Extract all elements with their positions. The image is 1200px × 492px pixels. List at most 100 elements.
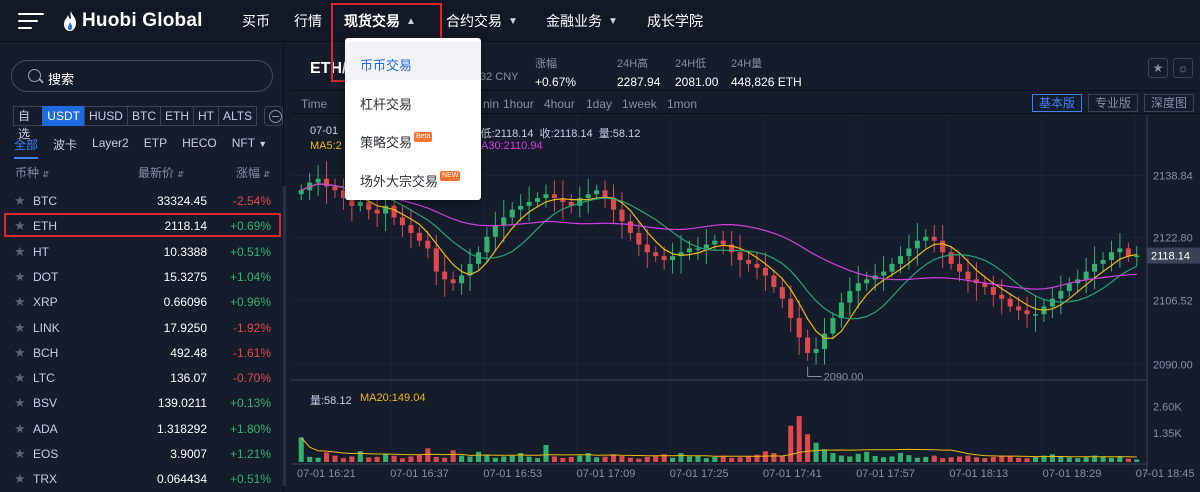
volume-bar — [686, 456, 692, 462]
volume-bar — [670, 457, 676, 462]
candle-body — [746, 260, 752, 264]
star-icon[interactable]: ★ — [14, 269, 26, 285]
header-change[interactable]: 涨幅 ⇵ — [236, 164, 270, 181]
volume-bar — [1108, 457, 1114, 462]
volume-bar — [897, 453, 903, 462]
candle-body — [762, 267, 768, 276]
tf-1mon[interactable]: 1mon — [667, 97, 697, 111]
star-icon[interactable]: ★ — [14, 345, 26, 361]
nav-markets[interactable]: 行情 — [294, 0, 322, 42]
tf-1hour[interactable]: 1hour — [503, 97, 534, 111]
menu-item-exchange[interactable]: 币币交易 — [345, 42, 481, 80]
candle-body — [1092, 263, 1098, 272]
pro-view-button[interactable]: 专业版 — [1088, 94, 1139, 112]
market-price: 139.0211 — [157, 396, 207, 411]
candle-body — [332, 186, 338, 191]
star-icon[interactable]: ★ — [14, 294, 26, 310]
volume-bar — [1083, 456, 1089, 462]
star-icon[interactable]: ★ — [14, 320, 26, 336]
nav-buy-crypto[interactable]: 买币 — [242, 0, 270, 42]
market-row-btc[interactable]: ★ BTC 33324.45 -2.54% — [0, 188, 284, 213]
nav-contract-trading[interactable]: 合约交易 ▼ — [446, 0, 518, 42]
ohlc-date: 07-01 — [310, 125, 339, 137]
volume-bar — [813, 442, 819, 462]
min-marker-label: 2090.00 — [824, 372, 864, 384]
x-tick-label: 07-01 16:37 — [390, 468, 449, 480]
candle-body — [1016, 306, 1022, 311]
logo[interactable]: Huobi Global — [62, 9, 203, 33]
menu-item-margin[interactable]: 杠杆交易 — [345, 81, 481, 119]
market-row-ht[interactable]: ★ HT 10.3388 +0.51% — [0, 239, 284, 264]
menu-item-strategy[interactable]: 策略交易 Beta — [345, 119, 481, 157]
volume-bar — [543, 444, 549, 462]
tab-nft[interactable]: NFT ▼ — [232, 136, 267, 159]
x-tick-label: 07-01 17:57 — [856, 468, 915, 480]
tf-time[interactable]: Time — [301, 97, 327, 111]
tab-all[interactable]: 全部 — [14, 136, 39, 159]
market-row-ada[interactable]: ★ ADA 1.318292 +1.80% — [0, 416, 284, 441]
menu-item-otc-block[interactable]: 场外大宗交易 NEW — [345, 158, 481, 196]
market-row-xrp[interactable]: ★ XRP 0.66096 +0.96% — [0, 289, 284, 314]
market-row-bch[interactable]: ★ BCH 492.48 -1.61% — [0, 340, 284, 365]
tab-ht[interactable]: HT — [192, 106, 219, 126]
candle-body — [754, 263, 760, 268]
basic-view-button[interactable]: 基本版 — [1032, 94, 1083, 112]
tab-heco[interactable]: HECO — [182, 136, 217, 159]
nav-finance[interactable]: 金融业务 ▼ — [546, 0, 618, 42]
candle-body — [1083, 271, 1089, 280]
low-stat: 24H低 2081.00 — [675, 58, 719, 89]
tab-btc[interactable]: BTC — [126, 106, 161, 126]
tf-4hour[interactable]: 4hour — [544, 97, 575, 111]
header-price[interactable]: 最新价 ⇵ — [138, 164, 184, 181]
depth-chart-button[interactable]: 深度图 — [1144, 94, 1195, 112]
market-row-dot[interactable]: ★ DOT 15.3275 +1.04% — [0, 264, 284, 289]
scrollbar[interactable] — [283, 186, 286, 486]
market-change: +0.51% — [229, 472, 271, 487]
last-price-label: 2118.14 — [1151, 251, 1190, 263]
candle-body — [703, 244, 709, 249]
tab-polkadot[interactable]: 波卡 — [53, 136, 77, 159]
tf-minute[interactable]: nin — [483, 97, 499, 111]
market-row-ltc[interactable]: ★ LTC 136.07 -0.70% — [0, 365, 284, 390]
star-icon[interactable]: ★ — [14, 421, 26, 437]
theme-toggle-icon[interactable]: ☼ — [1173, 58, 1193, 78]
market-row-eos[interactable]: ★ EOS 3.9007 +1.21% — [0, 441, 284, 466]
tab-alts[interactable]: ALTS — [217, 106, 258, 126]
candle-body — [425, 240, 431, 249]
candle-body — [931, 236, 937, 241]
volume-bar — [923, 456, 929, 462]
candle-body — [847, 290, 853, 303]
tab-favorites[interactable]: 自选 — [13, 106, 44, 141]
volume-bar — [881, 457, 887, 462]
header-coin[interactable]: 币种 ⇵ — [15, 164, 49, 181]
x-tick-label: 07-01 17:41 — [763, 468, 822, 480]
sort-icon: ⇵ — [42, 170, 50, 179]
tf-1day[interactable]: 1day — [586, 97, 612, 111]
more-options-icon[interactable] — [264, 106, 283, 126]
market-row-trx[interactable]: ★ TRX 0.064434 +0.51% — [0, 466, 284, 491]
tab-usdt[interactable]: USDT — [42, 106, 85, 126]
tab-etp[interactable]: ETP — [144, 136, 167, 159]
candle-body — [720, 240, 726, 245]
star-icon[interactable]: ★ — [14, 395, 26, 411]
star-icon[interactable]: ★ — [14, 446, 26, 462]
volume-bar — [298, 437, 304, 462]
tab-husd[interactable]: HUSD — [83, 106, 128, 126]
candle-body — [1049, 298, 1055, 307]
tab-layer2[interactable]: Layer2 — [92, 136, 129, 159]
star-icon[interactable]: ★ — [14, 370, 26, 386]
favorite-star-icon[interactable]: ★ — [1148, 58, 1168, 78]
tf-1week[interactable]: 1week — [622, 97, 657, 111]
star-icon[interactable]: ★ — [14, 193, 26, 209]
new-badge: NEW — [440, 171, 461, 181]
star-icon[interactable]: ★ — [14, 471, 26, 487]
menu-icon[interactable] — [18, 13, 44, 29]
x-tick-label: 07-01 17:09 — [577, 468, 636, 480]
market-row-link[interactable]: ★ LINK 17.9250 -1.92% — [0, 315, 284, 340]
market-row-bsv[interactable]: ★ BSV 139.0211 +0.13% — [0, 390, 284, 415]
nav-academy[interactable]: 成长学院 — [647, 0, 703, 42]
candle-body — [459, 275, 465, 284]
tab-eth[interactable]: ETH — [159, 106, 194, 126]
star-icon[interactable]: ★ — [14, 244, 26, 260]
search-input[interactable]: 搜索 — [11, 60, 273, 92]
